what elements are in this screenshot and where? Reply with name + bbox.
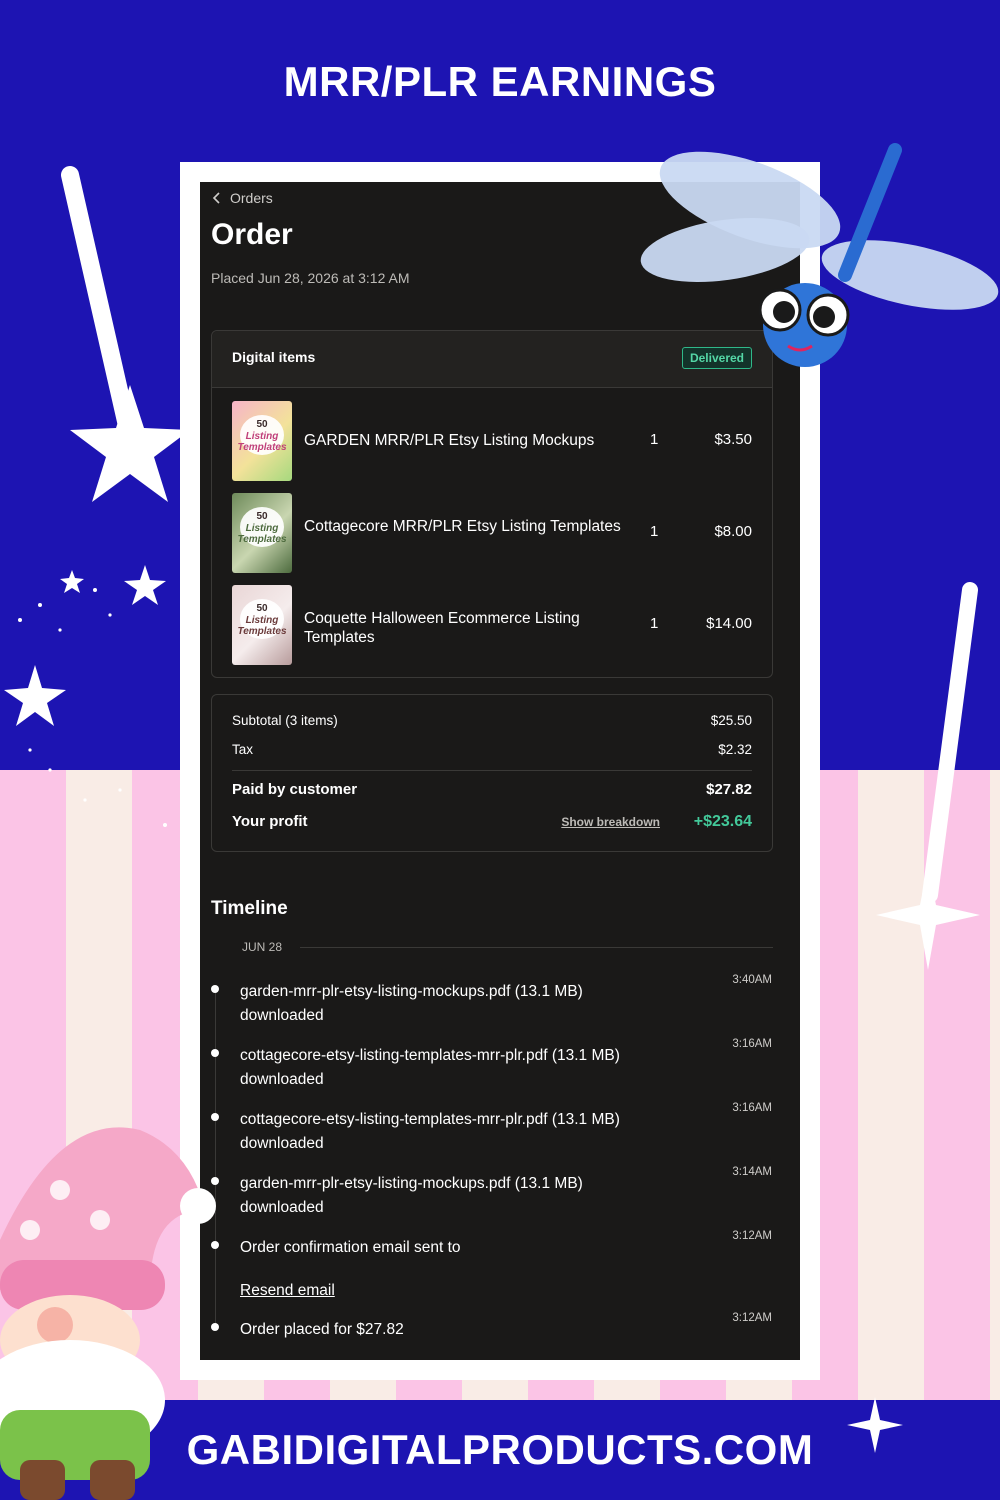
thumb-number: 50 <box>256 603 268 614</box>
dragonfly-illustration <box>640 143 999 367</box>
sparkle-star-icon <box>4 565 167 827</box>
timeline-title: Timeline <box>211 898 288 919</box>
back-label: Orders <box>230 190 273 206</box>
item-name: GARDEN MRR/PLR Etsy Listing Mockups <box>304 432 595 449</box>
card-title: Digital items <box>232 349 316 365</box>
product-thumbnail: 50 Listing Templates <box>232 493 292 573</box>
item-price: $14.00 <box>706 615 752 632</box>
item-price: $8.00 <box>714 523 752 540</box>
divider <box>300 947 773 948</box>
thumb-number: 50 <box>256 511 268 522</box>
item-quantity: 1 <box>650 431 659 448</box>
placed-date: Placed Jun 28, 2026 at 3:12 AM <box>211 270 410 286</box>
chevron-left-icon <box>212 192 220 204</box>
back-to-orders-link[interactable]: Orders <box>212 190 273 206</box>
paid-value: $27.82 <box>706 781 752 798</box>
profit-value: +$23.64 <box>693 813 752 830</box>
event-time: 3:12AM <box>732 1312 772 1324</box>
event-text: garden-mrr-plr-etsy-listing-mockups.pdf … <box>240 1175 583 1216</box>
footer-url: GABIDIGITALPRODUCTS.COM <box>186 1426 814 1473</box>
magic-wand-icon <box>876 582 980 970</box>
list-item[interactable]: 50 Listing Templates Coquette Halloween … <box>232 585 762 665</box>
timeline-date: JUN 28 <box>242 940 283 954</box>
page-title: Order <box>211 218 293 251</box>
timeline-dot <box>211 985 219 993</box>
subtotal-label: Subtotal (3 items) <box>232 713 338 728</box>
tax-value: $2.32 <box>718 742 752 757</box>
item-quantity: 1 <box>650 615 659 632</box>
event-text: garden-mrr-plr-etsy-listing-mockups.pdf … <box>240 983 583 1024</box>
show-breakdown-link[interactable]: Show breakdown <box>561 815 660 829</box>
event-text: Order confirmation email sent to <box>240 1239 461 1256</box>
tax-row: Tax $2.32 <box>232 742 752 757</box>
list-item[interactable]: 50 Listing Templates GARDEN MRR/PLR Etsy… <box>232 401 762 481</box>
item-quantity: 1 <box>650 523 659 540</box>
tax-label: Tax <box>232 742 254 757</box>
subtotal-value: $25.50 <box>710 713 752 728</box>
profit-row: Your profit Show breakdown +$23.64 <box>232 813 752 830</box>
payment-summary: Subtotal (3 items) $25.50 Tax $2.32 Paid… <box>211 694 773 852</box>
digital-items-card: Digital items Delivered 50 Listing Templ… <box>211 330 773 678</box>
magic-wand-icon <box>61 166 190 502</box>
event-text: cottagecore-etsy-listing-templates-mrr-p… <box>240 1111 620 1152</box>
list-item[interactable]: 50 Listing Templates Cottagecore MRR/PLR… <box>232 493 762 573</box>
event-time: 3:16AM <box>732 1038 772 1050</box>
thumb-script: Listing Templates <box>237 431 287 453</box>
item-name: Coquette Halloween Ecommerce Listing Tem… <box>304 610 580 646</box>
thumb-number: 50 <box>256 419 268 430</box>
event-text: Order placed for $27.82 <box>240 1321 404 1338</box>
headline: MRR/PLR EARNINGS <box>283 58 717 105</box>
event-time: 3:40AM <box>732 974 772 986</box>
thumb-script: Listing Templates <box>237 523 287 545</box>
subtotal-row: Subtotal (3 items) $25.50 <box>232 713 752 728</box>
divider <box>232 770 752 771</box>
item-name: Cottagecore MRR/PLR Etsy Listing Templat… <box>304 518 621 535</box>
paid-row: Paid by customer $27.82 <box>232 781 752 798</box>
product-thumbnail: 50 Listing Templates <box>232 401 292 481</box>
product-thumbnail: 50 Listing Templates <box>232 585 292 665</box>
timeline-dot <box>211 1049 219 1057</box>
resend-email-link[interactable]: Resend email <box>240 1282 335 1300</box>
thumb-script: Listing Templates <box>237 615 287 637</box>
paid-label: Paid by customer <box>232 781 358 798</box>
event-time: 3:14AM <box>732 1166 772 1178</box>
event-time: 3:16AM <box>732 1102 772 1114</box>
event-time: 3:12AM <box>732 1230 772 1242</box>
item-price: $3.50 <box>714 431 752 448</box>
profit-label: Your profit <box>232 813 308 830</box>
event-text: cottagecore-etsy-listing-templates-mrr-p… <box>240 1047 620 1088</box>
